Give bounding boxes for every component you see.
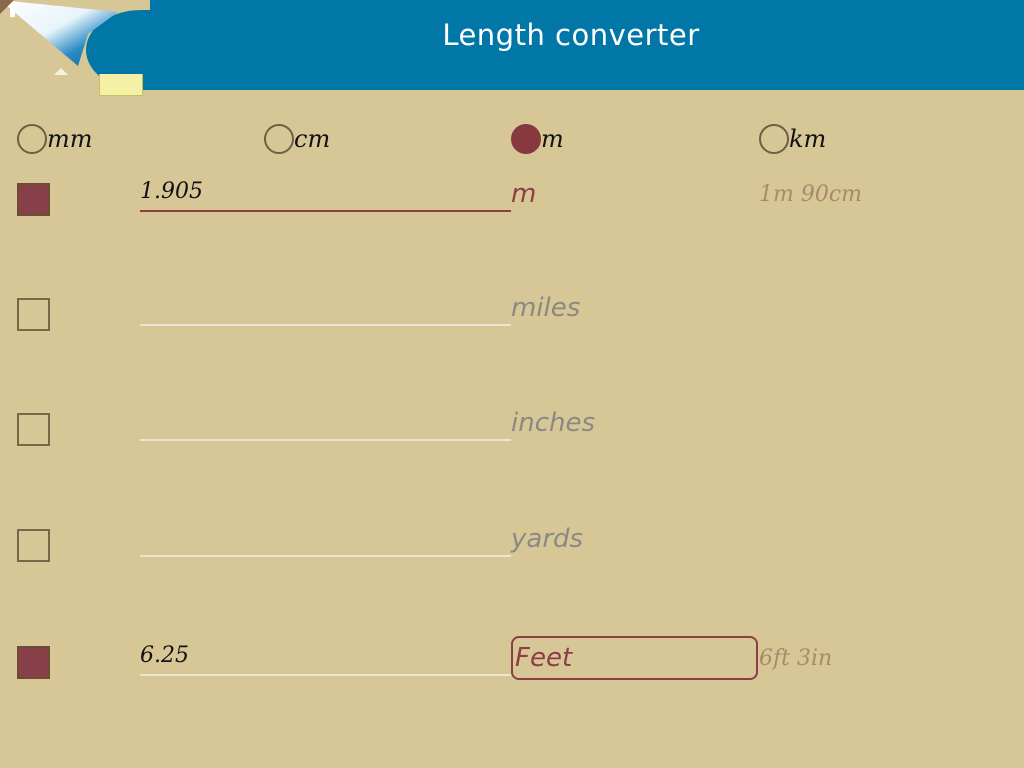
radio-label: km — [789, 125, 827, 153]
unit-label-yards: yards — [511, 524, 584, 554]
unit-label-feet[interactable]: Feet — [511, 636, 758, 680]
hint-m: 1m 90cm — [759, 182, 863, 207]
hint-feet: 6ft 3in — [759, 646, 833, 671]
unit-label-miles: miles — [511, 293, 581, 323]
checkbox-inches[interactable] — [17, 413, 50, 446]
value-input-m[interactable]: 1.905 — [140, 178, 511, 212]
radio-circle-icon[interactable] — [264, 124, 294, 154]
radio-mm[interactable]: mm — [17, 122, 93, 156]
checkbox-m[interactable] — [17, 183, 50, 216]
value-input-miles[interactable] — [140, 292, 511, 326]
checkbox-miles[interactable] — [17, 298, 50, 331]
radio-label: m — [541, 125, 564, 153]
value-input-feet[interactable]: 6.25 — [140, 642, 511, 676]
caret-up-icon[interactable] — [54, 68, 68, 75]
unit-label-m: m — [511, 179, 537, 209]
value-input-yards[interactable] — [140, 523, 511, 557]
unit-label-inches: inches — [511, 408, 596, 438]
radio-circle-icon[interactable] — [759, 124, 789, 154]
radio-m[interactable]: m — [511, 122, 564, 156]
sticky-note-icon[interactable] — [99, 74, 143, 96]
checkbox-yards[interactable] — [17, 529, 50, 562]
value-input-inches[interactable] — [140, 407, 511, 441]
radio-circle-checked-icon[interactable] — [511, 124, 541, 154]
page-curl-icon[interactable] — [0, 0, 130, 70]
checkbox-feet[interactable] — [17, 646, 50, 679]
radio-circle-icon[interactable] — [17, 124, 47, 154]
radio-km[interactable]: km — [759, 122, 826, 156]
radio-label: mm — [47, 125, 93, 153]
radio-cm[interactable]: cm — [264, 122, 330, 156]
radio-label: cm — [294, 125, 331, 153]
